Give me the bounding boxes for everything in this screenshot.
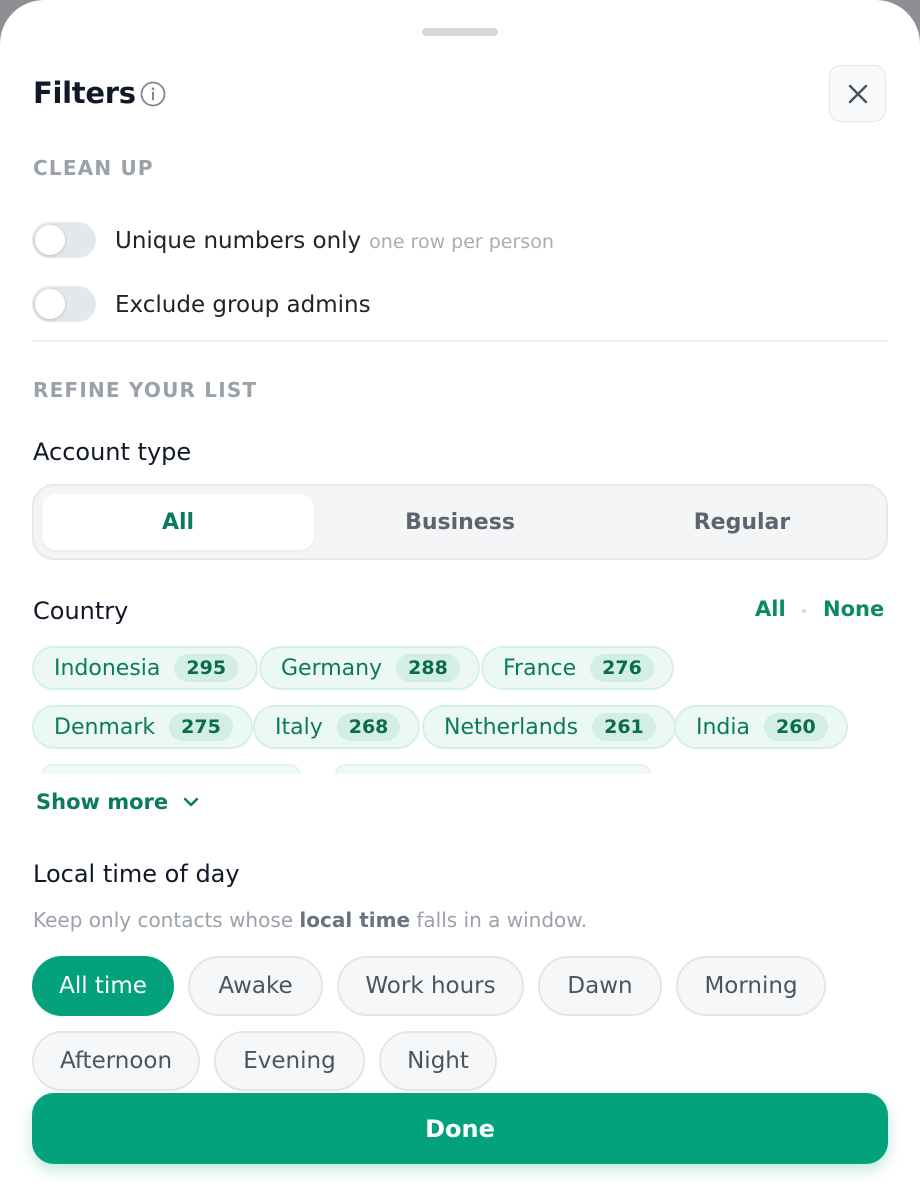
select-none-link[interactable]: None — [823, 597, 884, 621]
segment-all[interactable]: All — [42, 494, 314, 550]
chip-label: Netherlands — [444, 714, 579, 740]
chip-label: Germany — [281, 655, 383, 681]
desc-after: falls in a window. — [410, 908, 588, 932]
chip-label: Denmark — [54, 714, 156, 740]
info-icon[interactable] — [140, 81, 166, 107]
chip-count: 260 — [764, 713, 828, 741]
account-type-segmented-control: All Business Regular — [32, 484, 888, 560]
drag-handle[interactable] — [422, 28, 498, 36]
country-chip-germany[interactable]: Germany 288 — [259, 646, 480, 690]
close-icon — [848, 84, 867, 103]
chip-count: 276 — [590, 654, 654, 682]
chevron-down-icon — [183, 797, 199, 807]
time-option-all-time[interactable]: All time — [32, 956, 174, 1016]
chip-label: Italy — [275, 714, 323, 740]
toggle-knob — [35, 225, 65, 255]
time-option-dawn[interactable]: Dawn — [538, 956, 662, 1016]
unique-numbers-toggle[interactable] — [32, 222, 96, 258]
country-chip-italy[interactable]: Italy 268 — [253, 705, 421, 749]
chip-count: 268 — [336, 713, 401, 741]
section-label-refine: REFINE YOUR LIST — [33, 378, 258, 402]
section-label-clean-up: CLEAN UP — [33, 156, 154, 180]
country-chip-india[interactable]: India 260 — [674, 705, 848, 749]
country-title: Country — [33, 597, 129, 625]
chip-label: Indonesia — [54, 655, 161, 681]
time-option-evening[interactable]: Evening — [214, 1031, 365, 1091]
account-type-title: Account type — [33, 438, 192, 466]
segment-regular[interactable]: Regular — [606, 494, 878, 550]
time-of-day-description: Keep only contacts whose local time fall… — [33, 908, 587, 932]
toggle-hint: one row per person — [369, 231, 554, 253]
time-option-work-hours[interactable]: Work hours — [337, 956, 524, 1016]
chip-count: 275 — [169, 713, 233, 741]
exclude-admins-toggle[interactable] — [32, 286, 96, 322]
divider — [32, 340, 888, 342]
chip-label: India — [696, 714, 750, 740]
time-of-day-title: Local time of day — [33, 860, 240, 888]
select-all-link[interactable]: All — [755, 597, 786, 621]
country-chip-indonesia[interactable]: Indonesia 295 — [32, 646, 259, 690]
segment-business[interactable]: Business — [324, 494, 596, 550]
time-option-night[interactable]: Night — [379, 1031, 497, 1091]
country-chip-netherlands[interactable]: Netherlands 261 — [422, 705, 676, 749]
chip-count: 261 — [592, 713, 656, 741]
unique-numbers-label: Unique numbers only one row per person — [115, 228, 554, 254]
time-option-afternoon[interactable]: Afternoon — [32, 1031, 200, 1091]
show-more-label: Show more — [36, 790, 169, 814]
filters-sheet: Filters CLEAN UP Unique numbers only one … — [0, 0, 920, 1200]
time-option-morning[interactable]: Morning — [676, 956, 826, 1016]
chip-count: 295 — [174, 654, 239, 682]
close-button[interactable] — [829, 65, 886, 122]
separator-dot — [802, 609, 806, 613]
desc-before: Keep only contacts whose — [33, 908, 300, 932]
done-button[interactable]: Done — [32, 1093, 888, 1164]
country-chip-france[interactable]: France 276 — [481, 646, 674, 690]
country-chip-denmark[interactable]: Denmark 275 — [32, 705, 253, 749]
show-more-button[interactable]: Show more — [36, 790, 202, 814]
exclude-admins-label: Exclude group admins — [115, 292, 371, 318]
chip-label: France — [503, 655, 577, 681]
toggle-knob — [35, 289, 65, 319]
desc-bold: local time — [299, 908, 411, 932]
page-title: Filters — [33, 76, 136, 110]
toggle-label-text: Unique numbers only — [115, 228, 362, 254]
chip-count: 288 — [396, 654, 460, 682]
country-chip-hidden — [42, 764, 300, 774]
time-option-awake[interactable]: Awake — [188, 956, 323, 1016]
country-chip-hidden — [335, 764, 651, 774]
